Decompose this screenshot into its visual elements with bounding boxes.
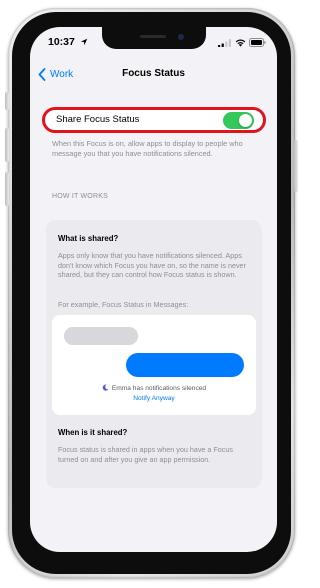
toggle-footer-text: When this Focus is on, allow apps to dis… (52, 139, 243, 158)
speaker-grille (140, 35, 166, 38)
phone-screen: 10:37 Work Focus Status Share Focus Stat… (30, 27, 277, 552)
front-camera (178, 34, 184, 40)
section-header-how-it-works: HOW IT WORKS (52, 193, 108, 200)
notify-anyway-link[interactable]: Notify Anyway (52, 395, 256, 402)
share-focus-status-label: Share Focus Status (56, 114, 140, 125)
cellular-signal-icon (218, 39, 231, 47)
side-button (5, 92, 9, 110)
wifi-icon (235, 39, 246, 47)
notch (102, 27, 206, 49)
toggle-knob (239, 114, 252, 127)
outgoing-message-bubble (126, 353, 244, 377)
notifications-silenced-line: Emma has notifications silenced (52, 384, 256, 392)
when-is-it-shared-body: Focus status is shared in apps when you … (58, 445, 233, 464)
volume-up-button (5, 128, 9, 162)
what-is-shared-heading: What is shared? (58, 234, 119, 243)
share-focus-status-row: Share Focus Status (46, 109, 262, 131)
status-time: 10:37 (48, 36, 75, 48)
what-is-shared-body: Apps only know that you have notificatio… (58, 251, 246, 279)
screenshot: 10:37 Work Focus Status Share Focus Stat… (0, 0, 307, 588)
power-button (294, 140, 298, 192)
example-label: For example, Focus Status in Messages: (58, 300, 189, 309)
messages-preview: Emma has notifications silenced Notify A… (52, 315, 256, 415)
page-title: Focus Status (122, 68, 185, 79)
when-is-it-shared-heading: When is it shared? (58, 428, 128, 437)
moon-icon (102, 384, 109, 391)
how-it-works-card: What is shared? Apps only know that you … (46, 220, 262, 488)
location-arrow-icon (80, 38, 88, 46)
incoming-message-bubble (64, 327, 138, 345)
battery-icon (249, 38, 266, 47)
navigation-bar: Work Focus Status (30, 63, 277, 85)
notifications-silenced-text: Emma has notifications silenced (111, 385, 207, 392)
share-focus-status-toggle[interactable] (223, 112, 254, 129)
volume-down-button (5, 172, 9, 206)
